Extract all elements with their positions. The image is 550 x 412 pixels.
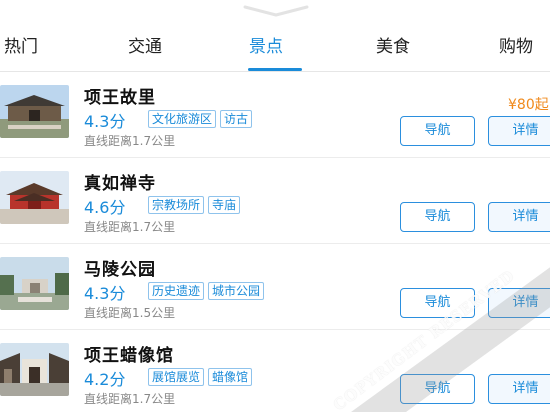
- tag-list: 文化旅游区 访古: [148, 110, 253, 128]
- navigate-button[interactable]: 导航: [400, 374, 475, 404]
- category-tag: 寺庙: [208, 196, 241, 214]
- tag-list: 历史遗迹 城市公园: [148, 282, 265, 300]
- attraction-name: 真如禅寺: [84, 174, 156, 194]
- distance-text: 直线距离1.7公里: [84, 392, 176, 406]
- distance-text: 直线距离1.7公里: [84, 134, 176, 148]
- distance-text: 直线距离1.5公里: [84, 306, 176, 320]
- tag-list: 展馆展览 蜡像馆: [148, 368, 253, 386]
- rating-score: 4.2分: [84, 370, 126, 389]
- attraction-photo: [0, 257, 69, 310]
- list-item[interactable]: 项王蜡像馆 4.2分 展馆展览 蜡像馆 直线距离1.7公里 导航 详情: [0, 330, 550, 412]
- category-tag: 宗教场所: [148, 196, 205, 214]
- details-button[interactable]: 详情: [488, 374, 550, 404]
- rating-score: 4.6分: [84, 198, 126, 217]
- navigate-button[interactable]: 导航: [400, 116, 475, 146]
- list-item[interactable]: 真如禅寺 4.6分 宗教场所 寺庙 直线距离1.7公里 导航 详情: [0, 158, 550, 244]
- distance-text: 直线距离1.7公里: [84, 220, 176, 234]
- attraction-name: 项王故里: [84, 88, 156, 108]
- rating-score: 4.3分: [84, 284, 126, 303]
- navigate-button[interactable]: 导航: [400, 202, 475, 232]
- attraction-photo: [0, 171, 69, 224]
- price-label: ¥80起: [508, 97, 549, 113]
- details-button[interactable]: 详情: [488, 116, 550, 146]
- tab-transport[interactable]: 交通: [128, 24, 162, 72]
- active-tab-indicator: [248, 68, 302, 71]
- tab-hot[interactable]: 热门: [4, 24, 38, 72]
- tag-list: 宗教场所 寺庙: [148, 196, 241, 214]
- attraction-photo: [0, 85, 69, 138]
- tab-shopping[interactable]: 购物: [499, 24, 533, 72]
- pull-handle-chevron-down-icon[interactable]: [243, 2, 309, 17]
- tab-food[interactable]: 美食: [376, 24, 410, 72]
- details-button[interactable]: 详情: [488, 202, 550, 232]
- attraction-name: 马陵公园: [84, 260, 156, 280]
- attraction-name: 项王蜡像馆: [84, 346, 174, 366]
- rating-score: 4.3分: [84, 112, 126, 131]
- category-tag: 城市公园: [208, 282, 265, 300]
- category-tag: 展馆展览: [148, 368, 205, 386]
- category-tag: 访古: [220, 110, 253, 128]
- category-tag: 历史遗迹: [148, 282, 205, 300]
- list-item[interactable]: 项王故里 4.3分 文化旅游区 访古 直线距离1.7公里 ¥80起 导航 详情: [0, 72, 550, 158]
- category-tabs: 热门 交通 景点 美食 购物: [0, 24, 550, 72]
- attraction-photo: [0, 343, 69, 396]
- category-tag: 蜡像馆: [208, 368, 253, 386]
- tab-attractions[interactable]: 景点: [249, 24, 283, 72]
- category-tag: 文化旅游区: [148, 110, 217, 128]
